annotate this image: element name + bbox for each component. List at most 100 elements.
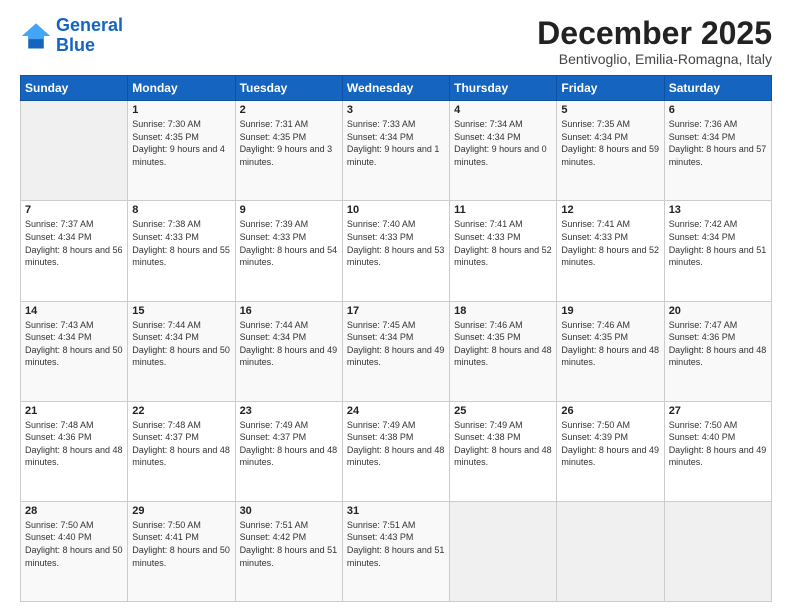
day-info: Sunrise: 7:46 AM Sunset: 4:35 PM Dayligh… [454,319,552,369]
day-info: Sunrise: 7:41 AM Sunset: 4:33 PM Dayligh… [454,218,552,268]
day-number: 2 [240,104,338,116]
sunset-text: Sunset: 4:34 PM [347,332,414,342]
logo-icon [20,22,52,50]
day-number: 13 [669,204,767,216]
sunrise-text: Sunrise: 7:42 AM [669,219,738,229]
daylight-text: Daylight: 8 hours and 48 minutes. [25,445,123,468]
day-info: Sunrise: 7:41 AM Sunset: 4:33 PM Dayligh… [561,218,659,268]
table-row: 3 Sunrise: 7:33 AM Sunset: 4:34 PM Dayli… [342,101,449,201]
sunset-text: Sunset: 4:33 PM [132,232,199,242]
table-row: 10 Sunrise: 7:40 AM Sunset: 4:33 PM Dayl… [342,201,449,301]
table-row: 11 Sunrise: 7:41 AM Sunset: 4:33 PM Dayl… [450,201,557,301]
table-row: 19 Sunrise: 7:46 AM Sunset: 4:35 PM Dayl… [557,301,664,401]
sunset-text: Sunset: 4:34 PM [25,232,92,242]
day-number: 30 [240,505,338,517]
sunrise-text: Sunrise: 7:35 AM [561,119,630,129]
sunrise-text: Sunrise: 7:41 AM [454,219,523,229]
daylight-text: Daylight: 8 hours and 54 minutes. [240,245,338,268]
day-number: 14 [25,305,123,317]
day-number: 31 [347,505,445,517]
table-row: 26 Sunrise: 7:50 AM Sunset: 4:39 PM Dayl… [557,401,664,501]
sunrise-text: Sunrise: 7:46 AM [561,320,630,330]
day-info: Sunrise: 7:51 AM Sunset: 4:42 PM Dayligh… [240,519,338,569]
daylight-text: Daylight: 8 hours and 48 minutes. [454,345,552,368]
header-wednesday: Wednesday [342,76,449,101]
table-row: 12 Sunrise: 7:41 AM Sunset: 4:33 PM Dayl… [557,201,664,301]
sunrise-text: Sunrise: 7:49 AM [240,420,309,430]
sunset-text: Sunset: 4:34 PM [240,332,307,342]
day-info: Sunrise: 7:50 AM Sunset: 4:39 PM Dayligh… [561,419,659,469]
table-row: 14 Sunrise: 7:43 AM Sunset: 4:34 PM Dayl… [21,301,128,401]
day-number: 6 [669,104,767,116]
sunset-text: Sunset: 4:33 PM [240,232,307,242]
sunset-text: Sunset: 4:34 PM [132,332,199,342]
sunrise-text: Sunrise: 7:40 AM [347,219,416,229]
sunset-text: Sunset: 4:34 PM [561,132,628,142]
sunrise-text: Sunrise: 7:48 AM [132,420,201,430]
daylight-text: Daylight: 8 hours and 59 minutes. [561,144,659,167]
daylight-text: Daylight: 9 hours and 1 minute. [347,144,440,167]
logo-text: General Blue [56,16,123,56]
calendar-table: Sunday Monday Tuesday Wednesday Thursday… [20,75,772,602]
day-info: Sunrise: 7:48 AM Sunset: 4:36 PM Dayligh… [25,419,123,469]
daylight-text: Daylight: 8 hours and 50 minutes. [25,345,123,368]
table-row: 1 Sunrise: 7:30 AM Sunset: 4:35 PM Dayli… [128,101,235,201]
daylight-text: Daylight: 8 hours and 57 minutes. [669,144,767,167]
daylight-text: Daylight: 9 hours and 3 minutes. [240,144,333,167]
day-number: 5 [561,104,659,116]
sunset-text: Sunset: 4:35 PM [454,332,521,342]
table-row: 7 Sunrise: 7:37 AM Sunset: 4:34 PM Dayli… [21,201,128,301]
table-row: 2 Sunrise: 7:31 AM Sunset: 4:35 PM Dayli… [235,101,342,201]
day-info: Sunrise: 7:50 AM Sunset: 4:40 PM Dayligh… [25,519,123,569]
daylight-text: Daylight: 8 hours and 48 minutes. [561,345,659,368]
calendar-week-row: 21 Sunrise: 7:48 AM Sunset: 4:36 PM Dayl… [21,401,772,501]
daylight-text: Daylight: 8 hours and 52 minutes. [561,245,659,268]
day-number: 18 [454,305,552,317]
table-row: 20 Sunrise: 7:47 AM Sunset: 4:36 PM Dayl… [664,301,771,401]
sunrise-text: Sunrise: 7:37 AM [25,219,94,229]
header: General Blue December 2025 Bentivoglio, … [20,16,772,67]
day-info: Sunrise: 7:49 AM Sunset: 4:37 PM Dayligh… [240,419,338,469]
calendar-week-row: 14 Sunrise: 7:43 AM Sunset: 4:34 PM Dayl… [21,301,772,401]
sunset-text: Sunset: 4:41 PM [132,532,199,542]
day-number: 10 [347,204,445,216]
day-number: 9 [240,204,338,216]
sunrise-text: Sunrise: 7:43 AM [25,320,94,330]
sunset-text: Sunset: 4:36 PM [669,332,736,342]
sunrise-text: Sunrise: 7:38 AM [132,219,201,229]
day-number: 12 [561,204,659,216]
sunset-text: Sunset: 4:34 PM [454,132,521,142]
day-info: Sunrise: 7:49 AM Sunset: 4:38 PM Dayligh… [347,419,445,469]
sunset-text: Sunset: 4:36 PM [25,432,92,442]
sunset-text: Sunset: 4:33 PM [347,232,414,242]
sunrise-text: Sunrise: 7:48 AM [25,420,94,430]
day-info: Sunrise: 7:31 AM Sunset: 4:35 PM Dayligh… [240,118,338,168]
day-number: 23 [240,405,338,417]
day-info: Sunrise: 7:50 AM Sunset: 4:40 PM Dayligh… [669,419,767,469]
day-info: Sunrise: 7:35 AM Sunset: 4:34 PM Dayligh… [561,118,659,168]
table-row: 6 Sunrise: 7:36 AM Sunset: 4:34 PM Dayli… [664,101,771,201]
day-number: 1 [132,104,230,116]
table-row: 4 Sunrise: 7:34 AM Sunset: 4:34 PM Dayli… [450,101,557,201]
day-info: Sunrise: 7:49 AM Sunset: 4:38 PM Dayligh… [454,419,552,469]
sunrise-text: Sunrise: 7:36 AM [669,119,738,129]
table-row [557,501,664,601]
day-number: 19 [561,305,659,317]
daylight-text: Daylight: 8 hours and 48 minutes. [669,345,767,368]
day-info: Sunrise: 7:50 AM Sunset: 4:41 PM Dayligh… [132,519,230,569]
daylight-text: Daylight: 8 hours and 48 minutes. [347,445,445,468]
daylight-text: Daylight: 8 hours and 49 minutes. [561,445,659,468]
sunset-text: Sunset: 4:34 PM [25,332,92,342]
header-thursday: Thursday [450,76,557,101]
table-row: 23 Sunrise: 7:49 AM Sunset: 4:37 PM Dayl… [235,401,342,501]
table-row: 31 Sunrise: 7:51 AM Sunset: 4:43 PM Dayl… [342,501,449,601]
daylight-text: Daylight: 9 hours and 0 minutes. [454,144,547,167]
day-number: 7 [25,204,123,216]
logo-line2: Blue [56,35,95,55]
table-row: 29 Sunrise: 7:50 AM Sunset: 4:41 PM Dayl… [128,501,235,601]
header-friday: Friday [557,76,664,101]
daylight-text: Daylight: 8 hours and 50 minutes. [132,545,230,568]
calendar-week-row: 7 Sunrise: 7:37 AM Sunset: 4:34 PM Dayli… [21,201,772,301]
sunrise-text: Sunrise: 7:51 AM [347,520,416,530]
table-row: 28 Sunrise: 7:50 AM Sunset: 4:40 PM Dayl… [21,501,128,601]
